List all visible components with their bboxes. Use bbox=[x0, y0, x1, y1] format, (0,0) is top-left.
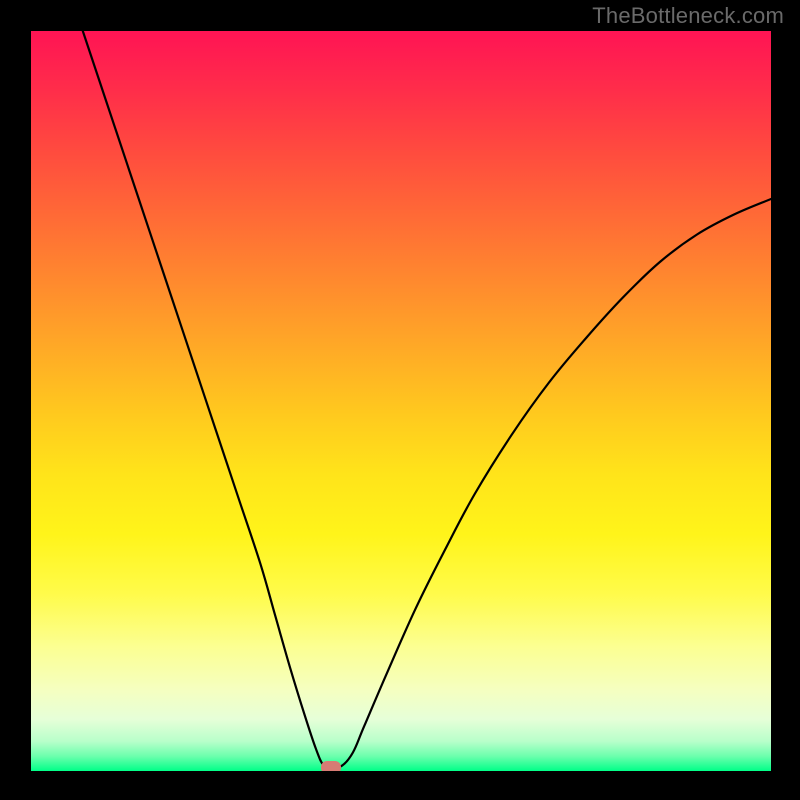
plot-area bbox=[31, 31, 771, 771]
bottleneck-curve bbox=[31, 31, 771, 771]
minimum-marker bbox=[321, 761, 341, 771]
watermark-text: TheBottleneck.com bbox=[592, 3, 784, 29]
chart-outer-frame: TheBottleneck.com bbox=[0, 0, 800, 800]
